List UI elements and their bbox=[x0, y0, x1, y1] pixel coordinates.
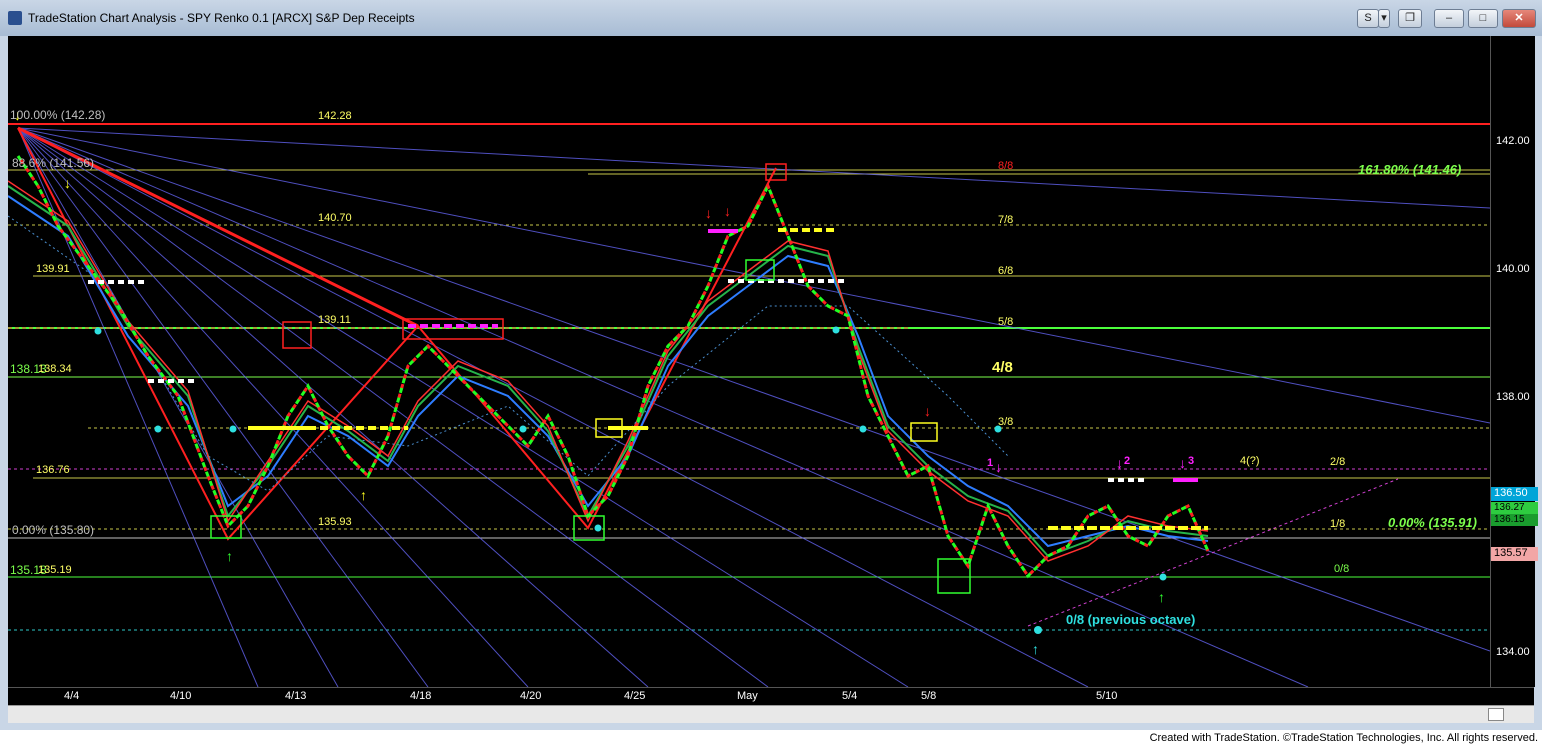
s-button[interactable]: S bbox=[1357, 9, 1379, 28]
chart-plot-area[interactable]: ↓ ↓ ↑ ↑ ↓ ↓ ↓ ↓ ↓ ↓ ↑ ↑ 100.00% (142.28)… bbox=[8, 36, 1490, 687]
date-tick: May bbox=[737, 690, 758, 702]
svg-text:↓: ↓ bbox=[924, 403, 931, 419]
price-badge-cyan: 136.50 bbox=[1491, 487, 1538, 501]
minimize-button[interactable]: – bbox=[1434, 9, 1464, 28]
price-axis[interactable]: 142.00 140.00 138.00 134.00 136.50 136.2… bbox=[1490, 36, 1538, 687]
svg-text:↓: ↓ bbox=[705, 205, 712, 221]
zigzag-pattern bbox=[17, 127, 777, 541]
wave-3-label: 3 bbox=[1188, 455, 1195, 467]
octave-label-6-8: 6/8 bbox=[998, 265, 1014, 277]
trend-line-dotted bbox=[1027, 478, 1399, 627]
price-badge-green: 136.27 bbox=[1491, 502, 1538, 514]
svg-text:↑: ↑ bbox=[1158, 589, 1165, 605]
octave-label-0-8: 0/8 bbox=[1334, 563, 1350, 575]
date-tick: 4/4 bbox=[64, 690, 80, 702]
svg-text:↓: ↓ bbox=[724, 203, 731, 219]
fib-0-label: 0.00% (135.91) bbox=[1388, 515, 1477, 530]
level-label-140-70: 140.70 bbox=[318, 212, 352, 224]
level-label-139-91: 139.91 bbox=[36, 263, 70, 275]
maximize-button[interactable]: □ bbox=[1468, 9, 1498, 28]
level-label-135-93: 135.93 bbox=[318, 516, 352, 528]
pattern-box-3 bbox=[765, 163, 787, 181]
title-bar: TradeStation Chart Analysis - SPY Renko … bbox=[0, 0, 1542, 37]
s-menu-button[interactable]: ▾ bbox=[1378, 9, 1390, 28]
date-axis[interactable]: 4/4 4/10 4/13 4/18 4/20 4/25 May 5/4 5/8… bbox=[8, 687, 1534, 706]
wave-1-label: 1 bbox=[987, 457, 994, 469]
moving-average-green bbox=[8, 185, 1209, 558]
octave-label-4-8: 4/8 bbox=[992, 359, 1013, 376]
octave-label-3-8: 3/8 bbox=[998, 416, 1014, 428]
pattern-box-9 bbox=[910, 422, 938, 442]
fib-161-label: 161.80% (141.46) bbox=[1358, 162, 1462, 177]
date-tick: 5/4 bbox=[842, 690, 858, 702]
price-tick: 134.00 bbox=[1496, 646, 1530, 658]
level-label-0pct: 0.00% (135.80) bbox=[12, 523, 95, 537]
date-tick: 4/18 bbox=[410, 690, 432, 702]
window-title: TradeStation Chart Analysis - SPY Renko … bbox=[28, 11, 415, 25]
copyright-text: Created with TradeStation. ©TradeStation… bbox=[1149, 732, 1538, 744]
pattern-box-1 bbox=[282, 321, 312, 349]
price-badge-pink: 135.57 bbox=[1491, 547, 1538, 561]
close-button[interactable]: ✕ bbox=[1502, 9, 1536, 28]
octave-label-1-8: 1/8 bbox=[1330, 518, 1346, 530]
horizontal-scrollbar[interactable] bbox=[8, 705, 1534, 723]
level-label-136-76: 136.76 bbox=[36, 464, 70, 476]
wave-4-label: 4(?) bbox=[1240, 455, 1260, 467]
octave-label-2-8: 2/8 bbox=[1330, 456, 1346, 468]
date-tick: 4/13 bbox=[285, 690, 307, 702]
svg-text:↓: ↓ bbox=[995, 459, 1002, 475]
chart-canvas: ↓ ↓ ↑ ↑ ↓ ↓ ↓ ↓ ↓ ↓ ↑ ↑ bbox=[8, 107, 1490, 687]
date-tick: 4/20 bbox=[520, 690, 542, 702]
svg-text:↓: ↓ bbox=[1179, 455, 1186, 471]
app-icon bbox=[8, 11, 22, 25]
level-label-138-34: 138.34 bbox=[38, 363, 72, 375]
price-badge-darkgreen: 136.15 bbox=[1491, 514, 1538, 526]
date-tick: 5/10 bbox=[1096, 690, 1118, 702]
previous-octave-label: 0/8 (previous octave) bbox=[1066, 612, 1196, 627]
renko-bricks-green bbox=[16, 155, 1210, 579]
svg-text:↓: ↓ bbox=[64, 175, 71, 191]
renko-bricks-red bbox=[16, 155, 1210, 579]
svg-text:↑: ↑ bbox=[226, 548, 233, 564]
date-tick: 5/8 bbox=[921, 690, 937, 702]
level-label-135-19: 135.19 bbox=[38, 564, 72, 576]
level-label-88pct: 88.6% (141.56) bbox=[12, 156, 95, 170]
moving-average-red bbox=[8, 180, 1209, 562]
price-tick: 140.00 bbox=[1496, 263, 1530, 275]
restore-icon[interactable]: ❐ bbox=[1398, 9, 1422, 28]
scrollbar-thumb[interactable] bbox=[1488, 708, 1504, 721]
octave-label-5-8: 5/8 bbox=[998, 316, 1014, 328]
pivot-markers bbox=[88, 228, 1208, 530]
date-tick: 4/10 bbox=[170, 690, 192, 702]
octave-label-8-8: 8/8 bbox=[998, 160, 1014, 172]
svg-text:↑: ↑ bbox=[360, 487, 367, 503]
footer: Created with TradeStation. ©TradeStation… bbox=[0, 730, 1542, 746]
price-tick: 142.00 bbox=[1496, 135, 1530, 147]
wave-2-label: 2 bbox=[1124, 455, 1131, 467]
price-tick: 138.00 bbox=[1496, 391, 1530, 403]
svg-text:↓: ↓ bbox=[1116, 455, 1123, 471]
svg-text:↑: ↑ bbox=[1032, 641, 1039, 657]
octave-label-7-8: 7/8 bbox=[998, 214, 1014, 226]
level-label-142-28: 142.28 bbox=[318, 110, 352, 122]
level-label-139-11: 139.11 bbox=[318, 314, 351, 326]
date-tick: 4/25 bbox=[624, 690, 646, 702]
level-label-100pct: 100.00% (142.28) bbox=[10, 108, 106, 122]
